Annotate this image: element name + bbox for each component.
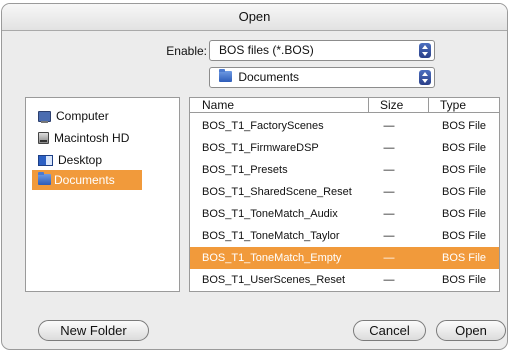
enable-label: Enable: bbox=[166, 44, 207, 58]
new-folder-button[interactable]: New Folder bbox=[38, 320, 149, 341]
file-name: BOS_T1_ToneMatch_Taylor bbox=[202, 230, 340, 242]
file-name: BOS_T1_UserScenes_Reset bbox=[202, 274, 346, 286]
popup-arrows-icon bbox=[419, 43, 431, 58]
file-type-select[interactable]: BOS files (*.BOS) bbox=[209, 40, 435, 61]
column-header-size[interactable]: Size bbox=[368, 98, 428, 113]
file-name: BOS_T1_ToneMatch_Empty bbox=[202, 252, 342, 264]
file-row[interactable]: BOS_T1_UserScenes_Reset — BOS File bbox=[190, 269, 499, 291]
sidebar-item-label: Desktop bbox=[58, 153, 103, 167]
file-name: BOS_T1_Presets bbox=[202, 164, 288, 176]
file-row[interactable]: BOS_T1_FirmwareDSP — BOS File bbox=[190, 137, 499, 159]
file-row-selected[interactable]: BOS_T1_ToneMatch_Empty — BOS File bbox=[190, 247, 499, 269]
file-size: — bbox=[383, 274, 395, 286]
column-header-type[interactable]: Type bbox=[428, 98, 499, 113]
file-type: BOS File bbox=[442, 120, 487, 132]
file-type: BOS File bbox=[442, 186, 487, 198]
sidebar-item-desktop[interactable]: Desktop bbox=[38, 150, 102, 170]
cancel-button[interactable]: Cancel bbox=[353, 320, 426, 341]
file-type: BOS File bbox=[442, 230, 487, 242]
column-header-name[interactable]: Name bbox=[190, 98, 368, 113]
file-type-value: BOS files (*.BOS) bbox=[219, 43, 314, 57]
file-list[interactable]: Name Size Type BOS_T1_FactoryScenes — BO… bbox=[189, 97, 500, 292]
file-list-header: Name Size Type bbox=[190, 98, 499, 113]
computer-icon bbox=[38, 111, 51, 123]
open-dialog: Open Enable: BOS files (*.BOS) Documents… bbox=[1, 3, 508, 350]
file-size: — bbox=[383, 186, 395, 198]
file-type: BOS File bbox=[442, 164, 487, 176]
folder-icon bbox=[219, 69, 232, 82]
sidebar-item-label: Computer bbox=[56, 109, 109, 123]
file-name: BOS_T1_FirmwareDSP bbox=[202, 142, 319, 154]
folder-icon bbox=[38, 172, 51, 185]
file-name: BOS_T1_FactoryScenes bbox=[202, 120, 324, 132]
file-size: — bbox=[383, 252, 395, 264]
file-type: BOS File bbox=[442, 142, 487, 154]
file-row[interactable]: BOS_T1_ToneMatch_Audix — BOS File bbox=[190, 203, 499, 225]
sidebar-item-macintosh-hd[interactable]: Macintosh HD bbox=[38, 128, 129, 148]
file-row[interactable]: BOS_T1_ToneMatch_Taylor — BOS File bbox=[190, 225, 499, 247]
sidebar-item-computer[interactable]: Computer bbox=[38, 106, 109, 126]
open-button[interactable]: Open bbox=[436, 320, 506, 341]
sidebar: Computer Macintosh HD Desktop Documents bbox=[25, 97, 180, 292]
hard-drive-icon bbox=[38, 132, 49, 144]
file-type: BOS File bbox=[442, 274, 487, 286]
file-row[interactable]: BOS_T1_SharedScene_Reset — BOS File bbox=[190, 181, 499, 203]
file-type: BOS File bbox=[442, 208, 487, 220]
file-row[interactable]: BOS_T1_FactoryScenes — BOS File bbox=[190, 115, 499, 137]
file-name: BOS_T1_ToneMatch_Audix bbox=[202, 208, 338, 220]
file-size: — bbox=[383, 230, 395, 242]
sidebar-item-label: Documents bbox=[54, 173, 115, 187]
location-select[interactable]: Documents bbox=[209, 67, 435, 88]
file-size: — bbox=[383, 208, 395, 220]
file-name: BOS_T1_SharedScene_Reset bbox=[202, 186, 352, 198]
file-size: — bbox=[383, 164, 395, 176]
file-type: BOS File bbox=[442, 252, 487, 264]
file-size: — bbox=[383, 142, 395, 154]
location-value: Documents bbox=[238, 70, 300, 84]
dialog-title: Open bbox=[2, 4, 507, 31]
file-size: — bbox=[383, 120, 395, 132]
sidebar-item-label: Macintosh HD bbox=[54, 131, 130, 145]
popup-arrows-icon bbox=[419, 70, 431, 85]
file-row[interactable]: BOS_T1_Presets — BOS File bbox=[190, 159, 499, 181]
desktop-icon bbox=[38, 155, 53, 166]
sidebar-item-documents[interactable]: Documents bbox=[32, 170, 142, 190]
